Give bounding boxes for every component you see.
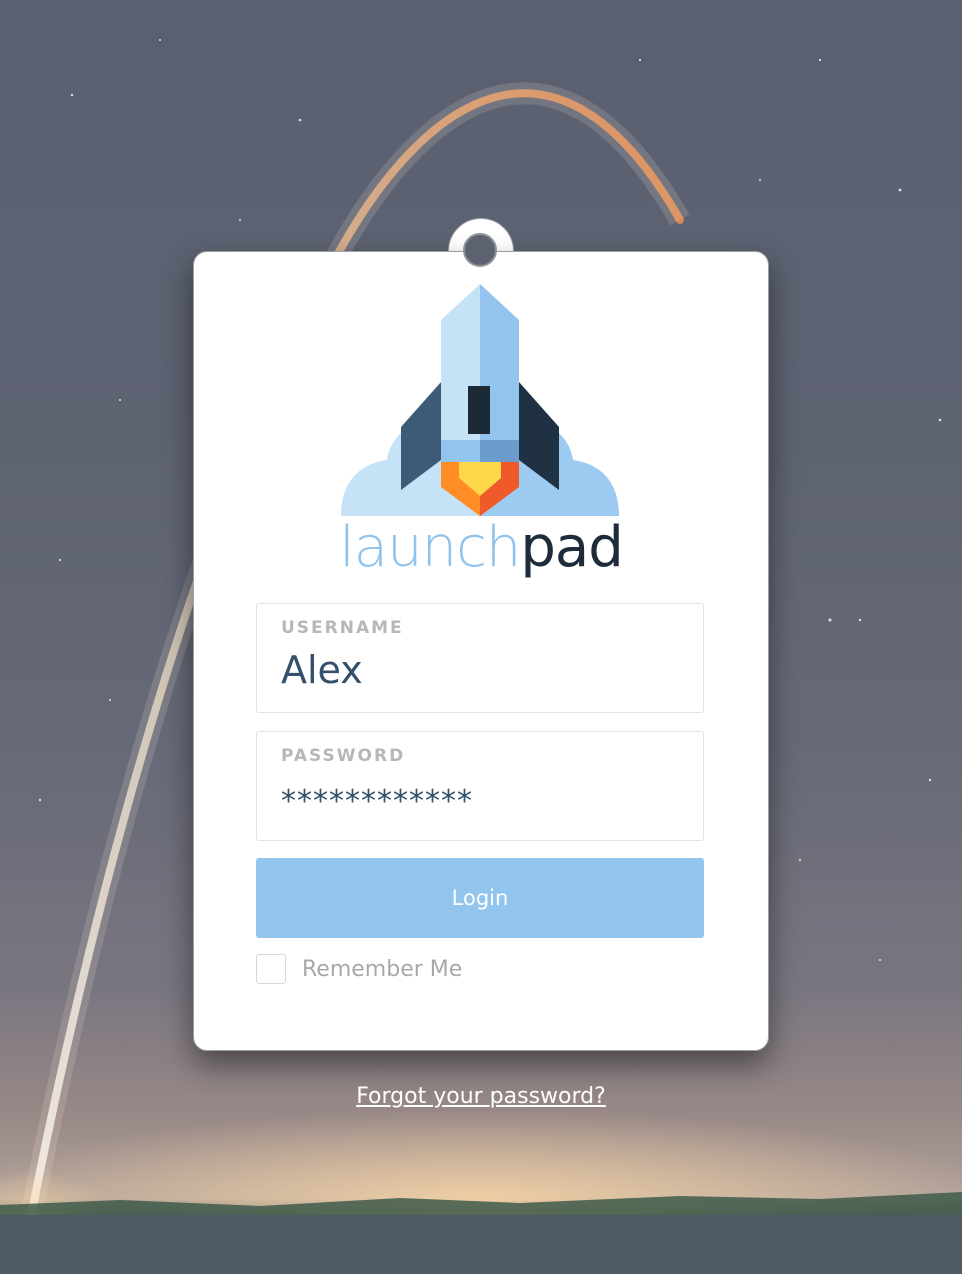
username-input[interactable]: Alex — [281, 648, 363, 692]
password-label: PASSWORD — [281, 746, 406, 766]
username-label: USERNAME — [281, 618, 404, 638]
brand-part-pad: pad — [520, 515, 623, 580]
login-button[interactable]: Login — [256, 858, 704, 938]
forgot-password-link[interactable]: Forgot your password? — [356, 1084, 606, 1109]
password-input[interactable]: ************ — [281, 784, 473, 819]
brand-wordmark: launchpad — [0, 513, 962, 583]
remember-me[interactable]: Remember Me — [256, 954, 462, 984]
password-field[interactable]: PASSWORD ************ — [256, 731, 704, 841]
rocket-logo-icon — [341, 284, 619, 516]
remember-me-checkbox[interactable] — [256, 954, 286, 984]
username-field[interactable]: USERNAME Alex — [256, 603, 704, 713]
forgot-password-container: Forgot your password? — [0, 1084, 962, 1109]
hanger-hole — [463, 233, 497, 267]
remember-me-label[interactable]: Remember Me — [302, 957, 462, 982]
brand-part-launch: launch — [339, 515, 521, 580]
